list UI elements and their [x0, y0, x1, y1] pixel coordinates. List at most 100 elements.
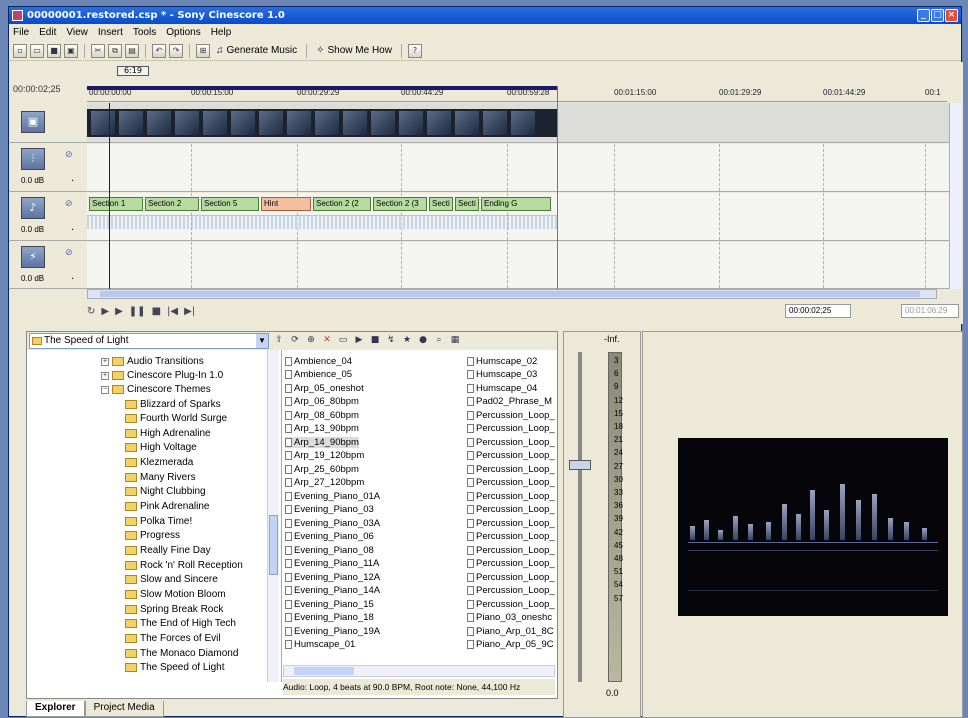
file-item-selected[interactable]: Arp_14_90bpm [285, 437, 359, 448]
file-item[interactable]: Evening_Piano_19A [285, 626, 380, 637]
maximize-button[interactable]: □ [931, 9, 944, 22]
tree-item[interactable]: Really Fine Day [125, 545, 211, 556]
music-region[interactable]: Section 2 [145, 197, 199, 211]
tree-item[interactable]: + Cinescore Plug-In 1.0 [101, 370, 223, 381]
file-item[interactable]: Percussion_Loop_ [467, 410, 555, 421]
file-item[interactable]: Evening_Piano_15 [285, 599, 374, 610]
paste-icon[interactable]: ▤ [125, 43, 139, 58]
copy-icon[interactable]: ⧉ [108, 43, 122, 58]
tree-item[interactable]: Many Rivers [125, 472, 196, 483]
scroll-thumb[interactable] [294, 667, 354, 675]
music-region[interactable]: Section 2 (2 [313, 197, 371, 211]
music-region[interactable]: Secti [429, 197, 453, 211]
menu-file[interactable]: File [13, 27, 29, 38]
stop-icon[interactable]: ■ [152, 306, 161, 317]
tree-item[interactable]: Slow Motion Bloom [125, 589, 226, 600]
tree-item[interactable]: Pink Adrenaline [125, 501, 210, 512]
volume-dropdown-icon[interactable]: · [71, 274, 74, 285]
file-item[interactable]: Percussion_Loop_ [467, 599, 555, 610]
video-track-icon[interactable]: ▣ [21, 111, 45, 133]
track-area[interactable]: Section 1 Section 2 Section 5 Hint Secti… [87, 193, 953, 240]
pause-icon[interactable]: ❚❚ [129, 306, 146, 317]
close-button[interactable]: × [945, 9, 958, 22]
file-item[interactable]: Evening_Piano_03 [285, 504, 374, 515]
file-item[interactable]: Piano_03_oneshc [467, 612, 552, 623]
tree-item[interactable]: Blizzard of Sparks [125, 399, 221, 410]
generate-music-button[interactable]: ♫ Generate Music [213, 45, 300, 56]
snap-icon[interactable]: ⊞ [196, 43, 210, 58]
file-item[interactable]: Humscape_04 [467, 383, 537, 394]
cut-icon[interactable]: ✂ [91, 43, 105, 58]
favorites-icon[interactable]: ★ [401, 334, 413, 346]
file-item[interactable]: Arp_19_120bpm [285, 450, 364, 461]
file-item[interactable]: Arp_13_90bpm [285, 423, 359, 434]
audio-track-icon[interactable]: ⫶ [21, 148, 45, 170]
explorer-path-dropdown[interactable]: The Speed of Light ▼ [29, 333, 269, 349]
master-fader-track[interactable] [578, 352, 582, 682]
timeline-horizontal-scrollbar[interactable] [87, 289, 937, 299]
tab-project-media[interactable]: Project Media [84, 701, 164, 717]
video-event[interactable] [87, 109, 557, 137]
video-track[interactable]: ▣ [9, 103, 953, 143]
file-item[interactable]: Evening_Piano_06 [285, 531, 374, 542]
play-icon[interactable]: ▶ [115, 306, 123, 317]
folder-icon[interactable]: ▭ [337, 334, 349, 346]
file-item[interactable]: Percussion_Loop_ [467, 518, 555, 529]
file-item[interactable]: Evening_Piano_08 [285, 545, 374, 556]
go-to-start-icon[interactable]: |◀ [167, 306, 178, 317]
views-icon[interactable]: ▦ [449, 334, 461, 346]
file-item[interactable]: Pad02_Phrase_M [467, 396, 552, 407]
master-fader-knob[interactable] [569, 460, 591, 470]
expand-icon[interactable]: + [101, 357, 109, 366]
menu-insert[interactable]: Insert [98, 27, 123, 38]
tree-item[interactable]: Fourth World Surge [125, 413, 227, 424]
play-from-start-icon[interactable]: ▶ [101, 306, 109, 317]
music-region[interactable]: Section 5 [201, 197, 259, 211]
menu-options[interactable]: Options [166, 27, 200, 38]
music-region[interactable]: Secti [455, 197, 479, 211]
file-item[interactable]: Arp_05_oneshot [285, 383, 364, 394]
file-item[interactable]: Arp_06_80bpm [285, 396, 359, 407]
track-area[interactable] [87, 103, 953, 142]
volume-dropdown-icon[interactable]: · [71, 176, 74, 187]
tree-item[interactable]: Klezmerada [125, 457, 193, 468]
music-track-icon[interactable]: ♪ [21, 197, 45, 219]
file-item[interactable]: Percussion_Loop_ [467, 504, 555, 515]
timeline-vertical-scrollbar[interactable] [949, 103, 961, 289]
file-item[interactable]: Evening_Piano_12A [285, 572, 380, 583]
tree-item[interactable]: Slow and Sincere [125, 574, 218, 585]
menu-help[interactable]: Help [211, 27, 232, 38]
delete-icon[interactable]: ✕ [321, 334, 333, 346]
file-item[interactable]: Percussion_Loop_ [467, 572, 555, 583]
location-icon[interactable]: ● [417, 334, 429, 346]
music-region[interactable]: Section 2 (3 [373, 197, 427, 211]
help-pointer-icon[interactable]: ? [407, 43, 422, 58]
file-item[interactable]: Percussion_Loop_ [467, 558, 555, 569]
effects-track-icon[interactable]: ⚡ [21, 246, 45, 268]
file-item[interactable]: Percussion_Loop_ [467, 464, 555, 475]
properties-icon[interactable]: ▣ [64, 43, 78, 58]
music-track[interactable]: ♪ ⊘ 0.0 dB · Section 1 Section 2 Section… [9, 193, 953, 241]
menu-edit[interactable]: Edit [39, 27, 56, 38]
tree-item[interactable]: Progress [125, 530, 180, 541]
tree-item[interactable]: The Monaco Diamond [125, 648, 238, 659]
track-area[interactable] [87, 242, 953, 288]
file-item[interactable]: Piano_Arp_01_8C [467, 626, 554, 637]
music-region[interactable]: Section 1 [89, 197, 143, 211]
search-icon[interactable]: ⌕ [433, 334, 445, 346]
file-item[interactable]: Evening_Piano_11A [285, 558, 379, 569]
mute-icon[interactable]: ⊘ [65, 248, 73, 258]
minimize-button[interactable]: _ [917, 9, 930, 22]
track-volume[interactable]: 0.0 dB [21, 176, 44, 185]
file-item[interactable]: Evening_Piano_14A [285, 585, 380, 596]
tree-item[interactable]: + Audio Transitions [101, 356, 204, 367]
tree-item[interactable]: Polka Time! [125, 516, 192, 527]
menu-view[interactable]: View [66, 27, 88, 38]
file-item[interactable]: Humscape_03 [467, 369, 537, 380]
tree-item[interactable]: Rock 'n' Roll Reception [125, 560, 243, 571]
file-item[interactable]: Percussion_Loop_ [467, 437, 555, 448]
new-icon[interactable]: ▫ [13, 43, 27, 58]
music-region[interactable]: Ending G [481, 197, 551, 211]
tree-item[interactable]: Spring Break Rock [125, 604, 223, 615]
hint-region[interactable]: Hint [261, 197, 311, 211]
